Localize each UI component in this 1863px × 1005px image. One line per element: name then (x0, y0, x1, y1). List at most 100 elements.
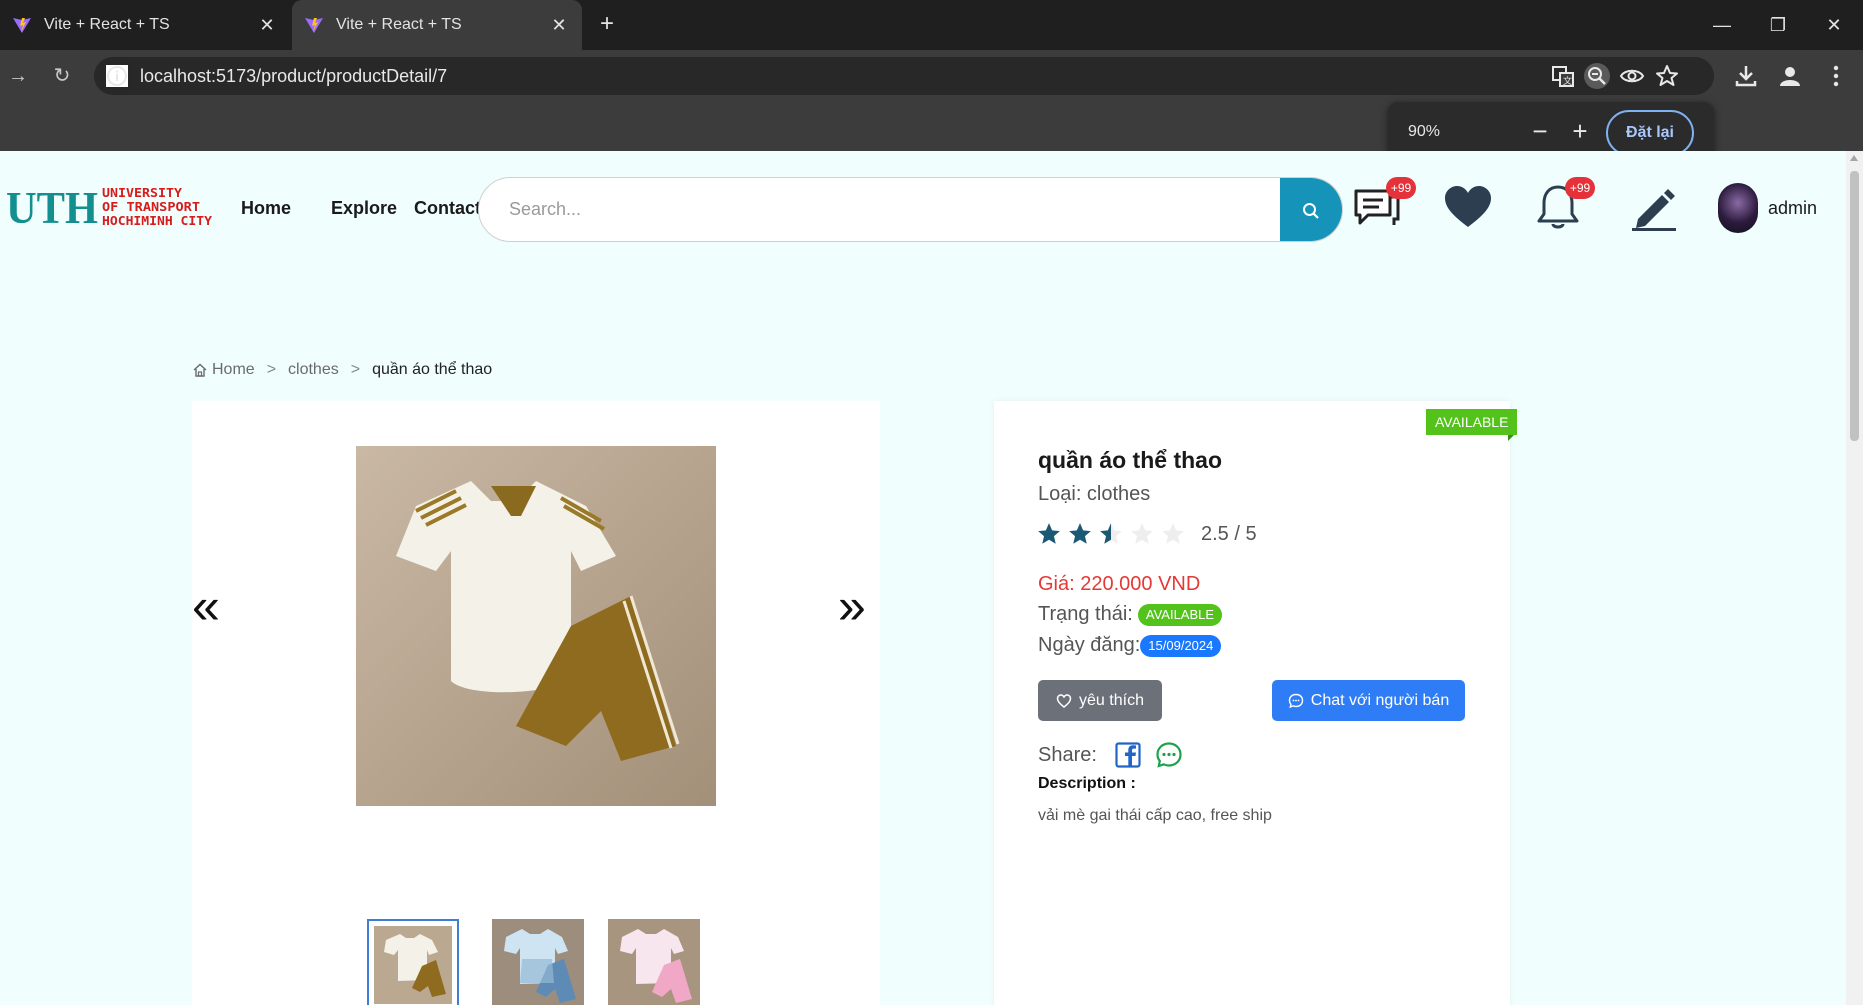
browser-tab[interactable]: Vite + React + TS ✕ (0, 0, 290, 50)
star-empty-icon (1162, 523, 1184, 544)
address-bar: → ↻ localhost:5173/product/productDetail… (0, 50, 1863, 100)
omnibox[interactable]: localhost:5173/product/productDetail/7 文 (94, 57, 1714, 95)
uth-logo[interactable]: UTH UNIVERSITY OF TRANSPORT HOCHIMINH CI… (6, 185, 216, 229)
new-tab-icon[interactable]: + (594, 12, 620, 38)
logo-line2: OF TRANSPORT (102, 200, 200, 214)
avatar[interactable] (1718, 183, 1758, 233)
profile-icon[interactable] (1776, 62, 1804, 90)
share-row: Share: (1038, 741, 1183, 769)
logo-line3: HOCHIMINH CITY (102, 214, 213, 228)
menu-dots-icon[interactable] (1822, 62, 1850, 90)
description-text: vải mè gai thái cấp cao, free ship (1038, 807, 1272, 824)
site-info-icon[interactable] (106, 65, 128, 87)
page-scrollbar[interactable] (1846, 151, 1863, 1005)
bookmark-star-icon[interactable] (1654, 63, 1680, 89)
breadcrumb-current: quần áo thể thao (372, 361, 493, 378)
download-icon[interactable] (1732, 62, 1760, 90)
tab-title: Vite + React + TS (336, 16, 462, 33)
star-half-icon (1100, 523, 1122, 544)
thumbnail-image (608, 919, 700, 1005)
eye-icon[interactable] (1619, 63, 1645, 89)
like-label: yêu thích (1079, 691, 1144, 709)
message-share-icon[interactable] (1155, 741, 1183, 769)
gallery-next-button[interactable]: » (838, 581, 866, 631)
ribbon-fold (1508, 435, 1514, 441)
star-empty-icon (1131, 523, 1153, 544)
scroll-up-arrow-icon[interactable] (1850, 155, 1858, 161)
zoom-in-button[interactable]: + (1564, 116, 1596, 148)
status-line: Trạng thái: AVAILABLE (1038, 603, 1223, 626)
chat-bubble-icon (1288, 693, 1303, 708)
share-label: Share: (1038, 743, 1097, 766)
search-input[interactable] (509, 178, 1249, 241)
search-bar (478, 177, 1343, 242)
search-icon (1303, 202, 1319, 219)
zoom-out-button[interactable]: − (1524, 116, 1556, 148)
rating-text: 2.5 / 5 (1201, 522, 1257, 545)
logo-big: UTH (6, 185, 98, 229)
chat-seller-button[interactable]: Chat với người bán (1272, 680, 1465, 721)
gallery-thumbnail[interactable] (608, 919, 700, 1005)
description-label: Description : (1038, 775, 1136, 792)
nav-explore[interactable]: Explore (331, 198, 397, 219)
home-icon (193, 363, 207, 377)
zoom-icon[interactable] (1584, 63, 1610, 89)
zoom-reset-button[interactable]: Đặt lại (1606, 110, 1694, 156)
gallery-prev-button[interactable]: « (192, 581, 220, 631)
translate-icon[interactable]: 文 (1550, 63, 1576, 89)
nav-contact[interactable]: Contact (414, 198, 481, 219)
product-main-image (356, 446, 716, 806)
chat-label: Chat với người bán (1310, 691, 1450, 709)
search-button[interactable] (1280, 178, 1342, 241)
vite-logo-icon (13, 18, 31, 33)
close-window-icon[interactable]: ✕ (1814, 10, 1854, 40)
gallery-thumbnail[interactable] (367, 919, 459, 1005)
date-label: Ngày đăng: (1038, 634, 1141, 656)
notifications-badge: +99 (1565, 177, 1595, 199)
breadcrumb-category[interactable]: clothes (288, 361, 339, 379)
status-label: Trạng thái: (1038, 603, 1133, 625)
messages-badge: +99 (1386, 177, 1416, 199)
star-full-icon (1038, 523, 1060, 544)
breadcrumb-separator: > (350, 361, 361, 378)
rating-stars: 2.5 / 5 (1036, 521, 1257, 547)
minimize-icon[interactable]: — (1702, 10, 1742, 40)
availability-ribbon: AVAILABLE (1426, 409, 1518, 435)
breadcrumb-separator: > (266, 361, 277, 378)
restore-icon[interactable]: ❐ (1758, 10, 1798, 40)
product-type: Loại: clothes (1038, 483, 1151, 505)
date-badge: 15/09/2024 (1140, 634, 1222, 657)
close-icon[interactable]: ✕ (256, 15, 278, 36)
date-line: Ngày đăng: 15/09/2024 (1038, 634, 1222, 657)
breadcrumb-home[interactable]: Home (212, 361, 255, 379)
browser-tab-active[interactable]: Vite + React + TS ✕ (292, 0, 582, 50)
scrollbar-thumb[interactable] (1850, 171, 1859, 441)
username[interactable]: admin (1768, 198, 1817, 219)
edit-pencil-icon[interactable] (1628, 181, 1680, 233)
nav-home[interactable]: Home (241, 198, 291, 219)
tab-title: Vite + React + TS (44, 16, 170, 33)
reload-icon[interactable]: ↻ (48, 62, 76, 90)
page: UTH UNIVERSITY OF TRANSPORT HOCHIMINH CI… (0, 151, 1846, 1005)
star-full-icon (1069, 523, 1091, 544)
breadcrumb: Home > clothes > quần áo thể thao (192, 361, 492, 379)
svg-text:文: 文 (1563, 75, 1572, 87)
thumbnail-image (374, 926, 452, 1004)
browser-tab-bar: Vite + React + TS ✕ Vite + React + TS ✕ … (0, 0, 1863, 50)
like-button[interactable]: yêu thích (1038, 680, 1162, 721)
forward-icon[interactable]: → (4, 62, 32, 90)
heart-icon[interactable] (1442, 181, 1494, 233)
close-icon[interactable]: ✕ (548, 15, 570, 36)
status-badge: AVAILABLE (1137, 603, 1223, 626)
logo-line1: UNIVERSITY (102, 186, 183, 200)
thumbnail-image (492, 919, 584, 1005)
zoom-level: 90% (1408, 123, 1441, 140)
facebook-icon[interactable] (1115, 742, 1141, 768)
vite-logo-icon (305, 18, 323, 33)
url-text: localhost:5173/product/productDetail/7 (140, 66, 448, 86)
gallery-thumbnail[interactable] (492, 919, 584, 1005)
product-title: quần áo thể thao (1038, 447, 1222, 473)
product-price: Giá: 220.000 VND (1038, 573, 1201, 595)
heart-outline-icon (1056, 693, 1072, 708)
product-gallery: « » (192, 401, 880, 1005)
